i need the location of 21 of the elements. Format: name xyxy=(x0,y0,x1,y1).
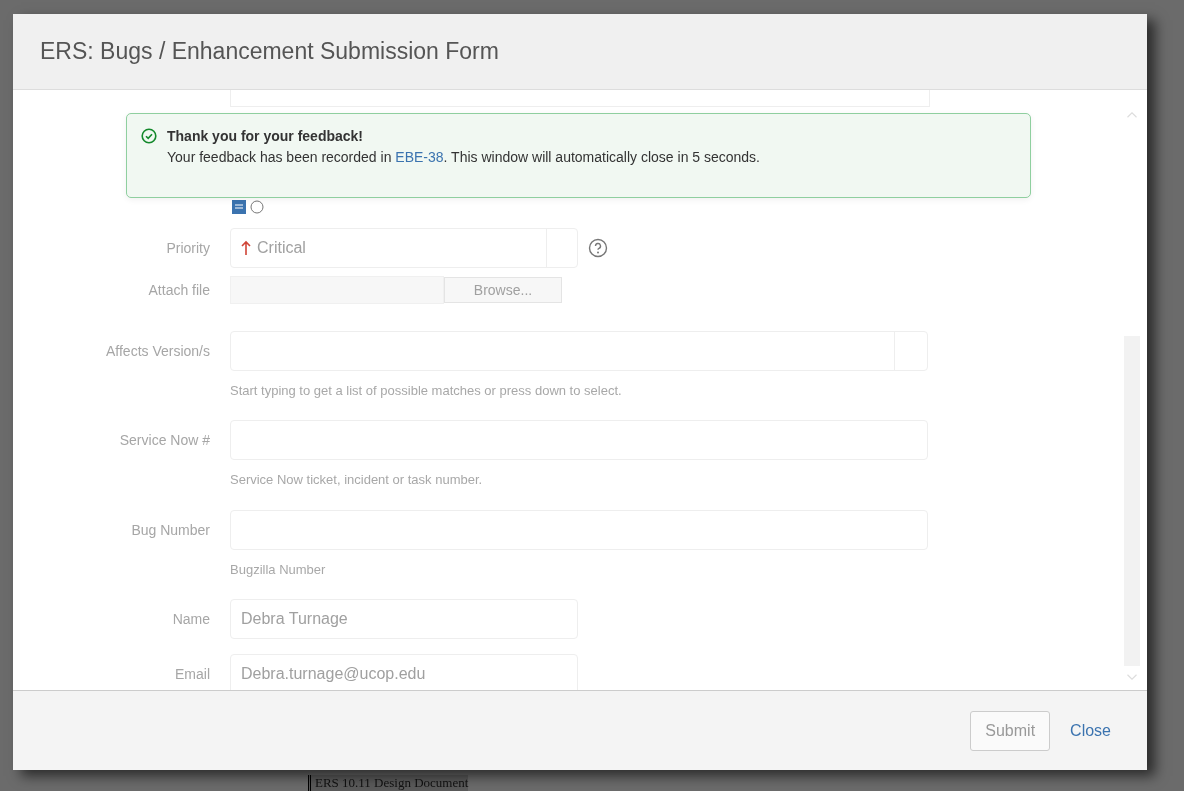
field-hint: Service Now ticket, incident or task number. xyxy=(230,472,483,487)
alert-message: Your feedback has been recorded in EBE-38. This window will automatically close in 5 seconds. xyxy=(167,149,760,165)
field-label: Bug Number xyxy=(130,522,210,538)
document-title: ERS 10.11 Design Document xyxy=(308,775,469,791)
priority-select[interactable]: Critical xyxy=(230,228,578,268)
field-hint: Start typing to get a list of possible matches or press down to select. xyxy=(230,383,622,398)
input-field[interactable]: Debra Turnage xyxy=(230,599,578,639)
issue-link[interactable]: EBE-38 xyxy=(395,149,444,165)
field-hint: Bugzilla Number xyxy=(230,562,326,577)
dialog-title: ERS: Bugs / Enhancement Submission Form xyxy=(40,38,499,65)
browse-button[interactable]: Browse... xyxy=(444,277,562,303)
field-label: Priority xyxy=(165,240,210,256)
select-value: Critical xyxy=(257,239,306,257)
close-link[interactable]: Close xyxy=(1070,721,1111,740)
field-label: Name xyxy=(171,611,210,627)
field-label: Affects Version/s xyxy=(105,343,210,359)
submit-button[interactable]: Submit xyxy=(970,710,1051,751)
field-label: Email xyxy=(174,666,210,682)
field-label: Service Now # xyxy=(118,432,210,448)
alert-heading: Thank you for your feedback! xyxy=(167,128,365,144)
field-label: Attach file xyxy=(147,282,210,298)
